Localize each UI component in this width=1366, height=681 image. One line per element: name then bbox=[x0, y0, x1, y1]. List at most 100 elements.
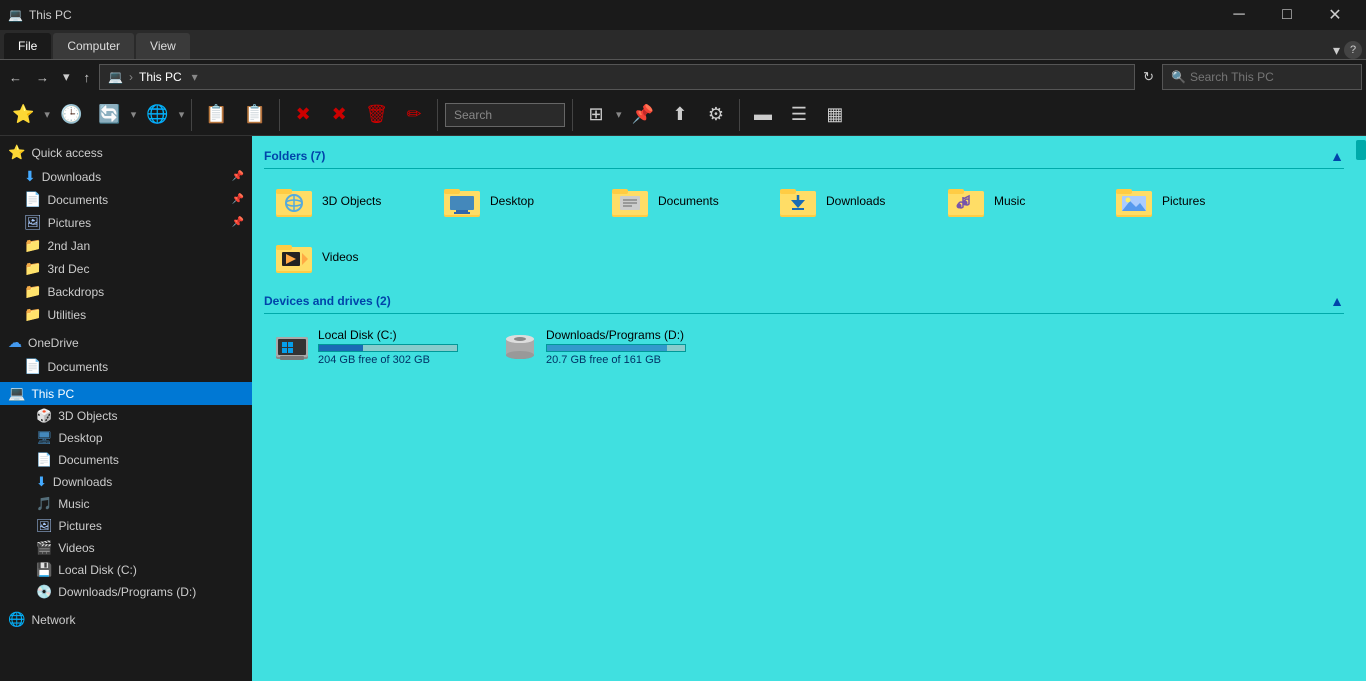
view-btn[interactable]: ⊞ bbox=[580, 101, 612, 128]
sidebar-2ndjan[interactable]: 📁 2nd Jan bbox=[0, 234, 252, 257]
address-location: This PC bbox=[139, 70, 182, 84]
sidebar-localc-label: Local Disk (C:) bbox=[58, 563, 137, 577]
delete-btn[interactable]: 🗑 bbox=[359, 101, 394, 128]
folder-videos-icon bbox=[274, 239, 314, 275]
folder-3dobjects[interactable]: 3D Objects bbox=[264, 177, 424, 225]
onedrive-label[interactable]: ☁ OneDrive bbox=[0, 330, 252, 355]
quick-access-label[interactable]: ⭐ Quick access bbox=[0, 140, 252, 165]
upload-btn[interactable]: ⬆ bbox=[664, 101, 696, 128]
title-bar-text: This PC bbox=[29, 8, 1216, 22]
folder-videos[interactable]: Videos bbox=[264, 233, 424, 281]
sidebar-documents-label: Documents bbox=[47, 193, 108, 207]
main-layout: ⭐ Quick access ⬇ Downloads 📌 📄 Documents… bbox=[0, 136, 1366, 681]
pin-btn[interactable]: 📌 bbox=[626, 101, 660, 128]
search-box[interactable]: 🔍 bbox=[1162, 64, 1362, 90]
copy-to-btn[interactable]: 📋 bbox=[199, 101, 233, 128]
network-dropdown[interactable]: ▾ bbox=[179, 108, 185, 121]
favorites-btn[interactable]: ⭐ bbox=[6, 101, 40, 128]
sidebar-3dobjects[interactable]: 🎲 3D Objects bbox=[0, 405, 252, 427]
sync-btn[interactable]: 🔄 bbox=[92, 101, 126, 128]
sidebar-pc-downloads[interactable]: ⬇ Downloads bbox=[0, 471, 252, 493]
close-button[interactable]: ✕ bbox=[1312, 0, 1358, 30]
folder-2ndjan-icon: 📁 bbox=[24, 237, 41, 254]
drives-collapse-btn[interactable]: ▲ bbox=[1330, 293, 1344, 309]
refresh-icon[interactable]: ↻ bbox=[1143, 69, 1154, 85]
content-area: Folders (7) ▲ 3D Objects bbox=[252, 136, 1356, 681]
sidebar-network[interactable]: 🌐 Network bbox=[0, 607, 252, 632]
size1-btn[interactable]: ▬ bbox=[747, 101, 779, 128]
sidebar-utilities[interactable]: 📁 Utilities bbox=[0, 303, 252, 326]
forward-button[interactable]: → bbox=[31, 67, 54, 88]
sidebar-videos[interactable]: 🎬 Videos bbox=[0, 537, 252, 559]
folder-pictures[interactable]: Pictures bbox=[1104, 177, 1264, 225]
up-button[interactable]: ↑ bbox=[79, 67, 96, 88]
folder-music-name: Music bbox=[994, 194, 1025, 208]
search-input[interactable] bbox=[1190, 70, 1353, 84]
drive-d[interactable]: Downloads/Programs (D:) 20.7 GB free of … bbox=[492, 322, 712, 372]
tab-file[interactable]: File bbox=[4, 33, 51, 59]
quick-access-section: ⭐ Quick access ⬇ Downloads 📌 📄 Documents… bbox=[0, 140, 252, 326]
ribbon-collapse-icon[interactable]: ▾ bbox=[1333, 42, 1340, 59]
drive-d-icon bbox=[502, 329, 538, 365]
sidebar-pc-pictures[interactable]: 🖼 Pictures bbox=[0, 515, 252, 537]
sidebar-this-pc[interactable]: 💻 This PC bbox=[0, 382, 252, 405]
address-input[interactable]: 💻 › This PC ▾ bbox=[99, 64, 1135, 90]
back-button[interactable]: ← bbox=[4, 67, 27, 88]
sidebar-3rddec[interactable]: 📁 3rd Dec bbox=[0, 257, 252, 280]
folder-pictures-name: Pictures bbox=[1162, 194, 1205, 208]
sidebar-3rddec-label: 3rd Dec bbox=[47, 262, 89, 276]
folder-documents[interactable]: Documents bbox=[600, 177, 760, 225]
address-dropdown-icon[interactable]: ▾ bbox=[192, 70, 198, 84]
sidebar-dromd-label: Downloads/Programs (D:) bbox=[58, 585, 196, 599]
delete-x-btn[interactable]: ✖ bbox=[287, 101, 319, 128]
favorites-dropdown[interactable]: ▾ bbox=[44, 108, 50, 121]
view-dropdown[interactable]: ▾ bbox=[616, 108, 622, 121]
minimize-button[interactable]: ─ bbox=[1216, 0, 1262, 30]
history-btn[interactable]: 🕒 bbox=[54, 101, 88, 128]
folder-desktop[interactable]: Desktop bbox=[432, 177, 592, 225]
folder-music[interactable]: Music bbox=[936, 177, 1096, 225]
scrollbar-thumb[interactable] bbox=[1356, 140, 1366, 160]
move-to-btn[interactable]: 📋 bbox=[238, 101, 272, 128]
size3-btn[interactable]: ▦ bbox=[819, 101, 851, 128]
sidebar-dromd[interactable]: 💿 Downloads/Programs (D:) bbox=[0, 581, 252, 603]
sidebar-od-documents[interactable]: 📄 Documents bbox=[0, 355, 252, 378]
drive-d-bar-fill bbox=[547, 345, 667, 351]
sidebar-pc-pictures-label: Pictures bbox=[59, 519, 102, 533]
network-btn[interactable]: 🌐 bbox=[140, 101, 174, 128]
folder-downloads[interactable]: Downloads bbox=[768, 177, 928, 225]
drive-c[interactable]: Local Disk (C:) 204 GB free of 302 GB bbox=[264, 322, 484, 372]
toolbar-sep-5 bbox=[739, 99, 740, 131]
network-icon: 🌐 bbox=[8, 611, 25, 628]
sidebar-music[interactable]: 🎵 Music bbox=[0, 493, 252, 515]
3dobjects-icon: 🎲 bbox=[36, 408, 52, 424]
settings-btn[interactable]: ⚙ bbox=[700, 101, 732, 128]
recent-button[interactable]: ▾ bbox=[58, 66, 75, 88]
sync-dropdown[interactable]: ▾ bbox=[131, 108, 137, 121]
drive-c-bar-fill bbox=[319, 345, 363, 351]
sidebar-desktop[interactable]: 🖥 Desktop bbox=[0, 427, 252, 449]
sidebar-pictures-label: Pictures bbox=[48, 216, 91, 230]
maximize-button[interactable]: □ bbox=[1264, 0, 1310, 30]
onedrive-icon: ☁ bbox=[8, 334, 22, 351]
pin-icon-docs: 📌 bbox=[232, 194, 244, 205]
sidebar-documents[interactable]: 📄 Documents 📌 bbox=[0, 188, 252, 211]
sidebar-pictures[interactable]: 🖼 Pictures 📌 bbox=[0, 211, 252, 234]
remove-btn[interactable]: ✖ bbox=[323, 101, 355, 128]
drive-d-info: Downloads/Programs (D:) 20.7 GB free of … bbox=[546, 328, 686, 366]
sidebar-downloads[interactable]: ⬇ Downloads 📌 bbox=[0, 165, 252, 188]
rename-btn[interactable]: ✏ bbox=[398, 101, 430, 128]
toolbar-search-input[interactable] bbox=[445, 103, 565, 127]
folder-pictures-icon bbox=[1114, 183, 1154, 219]
sidebar-utilities-label: Utilities bbox=[47, 308, 86, 322]
sidebar-localc[interactable]: 💾 Local Disk (C:) bbox=[0, 559, 252, 581]
tab-view[interactable]: View bbox=[136, 33, 190, 59]
size2-btn[interactable]: ☰ bbox=[783, 101, 815, 128]
sidebar-pc-documents[interactable]: 📄 Documents bbox=[0, 449, 252, 471]
sidebar-backdrops[interactable]: 📁 Backdrops bbox=[0, 280, 252, 303]
folders-collapse-btn[interactable]: ▲ bbox=[1330, 148, 1344, 164]
ribbon-tabs: File Computer View ▾ ? bbox=[0, 30, 1366, 60]
folders-section-header: Folders (7) ▲ bbox=[264, 148, 1344, 169]
tab-computer[interactable]: Computer bbox=[53, 33, 134, 59]
help-button[interactable]: ? bbox=[1344, 41, 1362, 59]
